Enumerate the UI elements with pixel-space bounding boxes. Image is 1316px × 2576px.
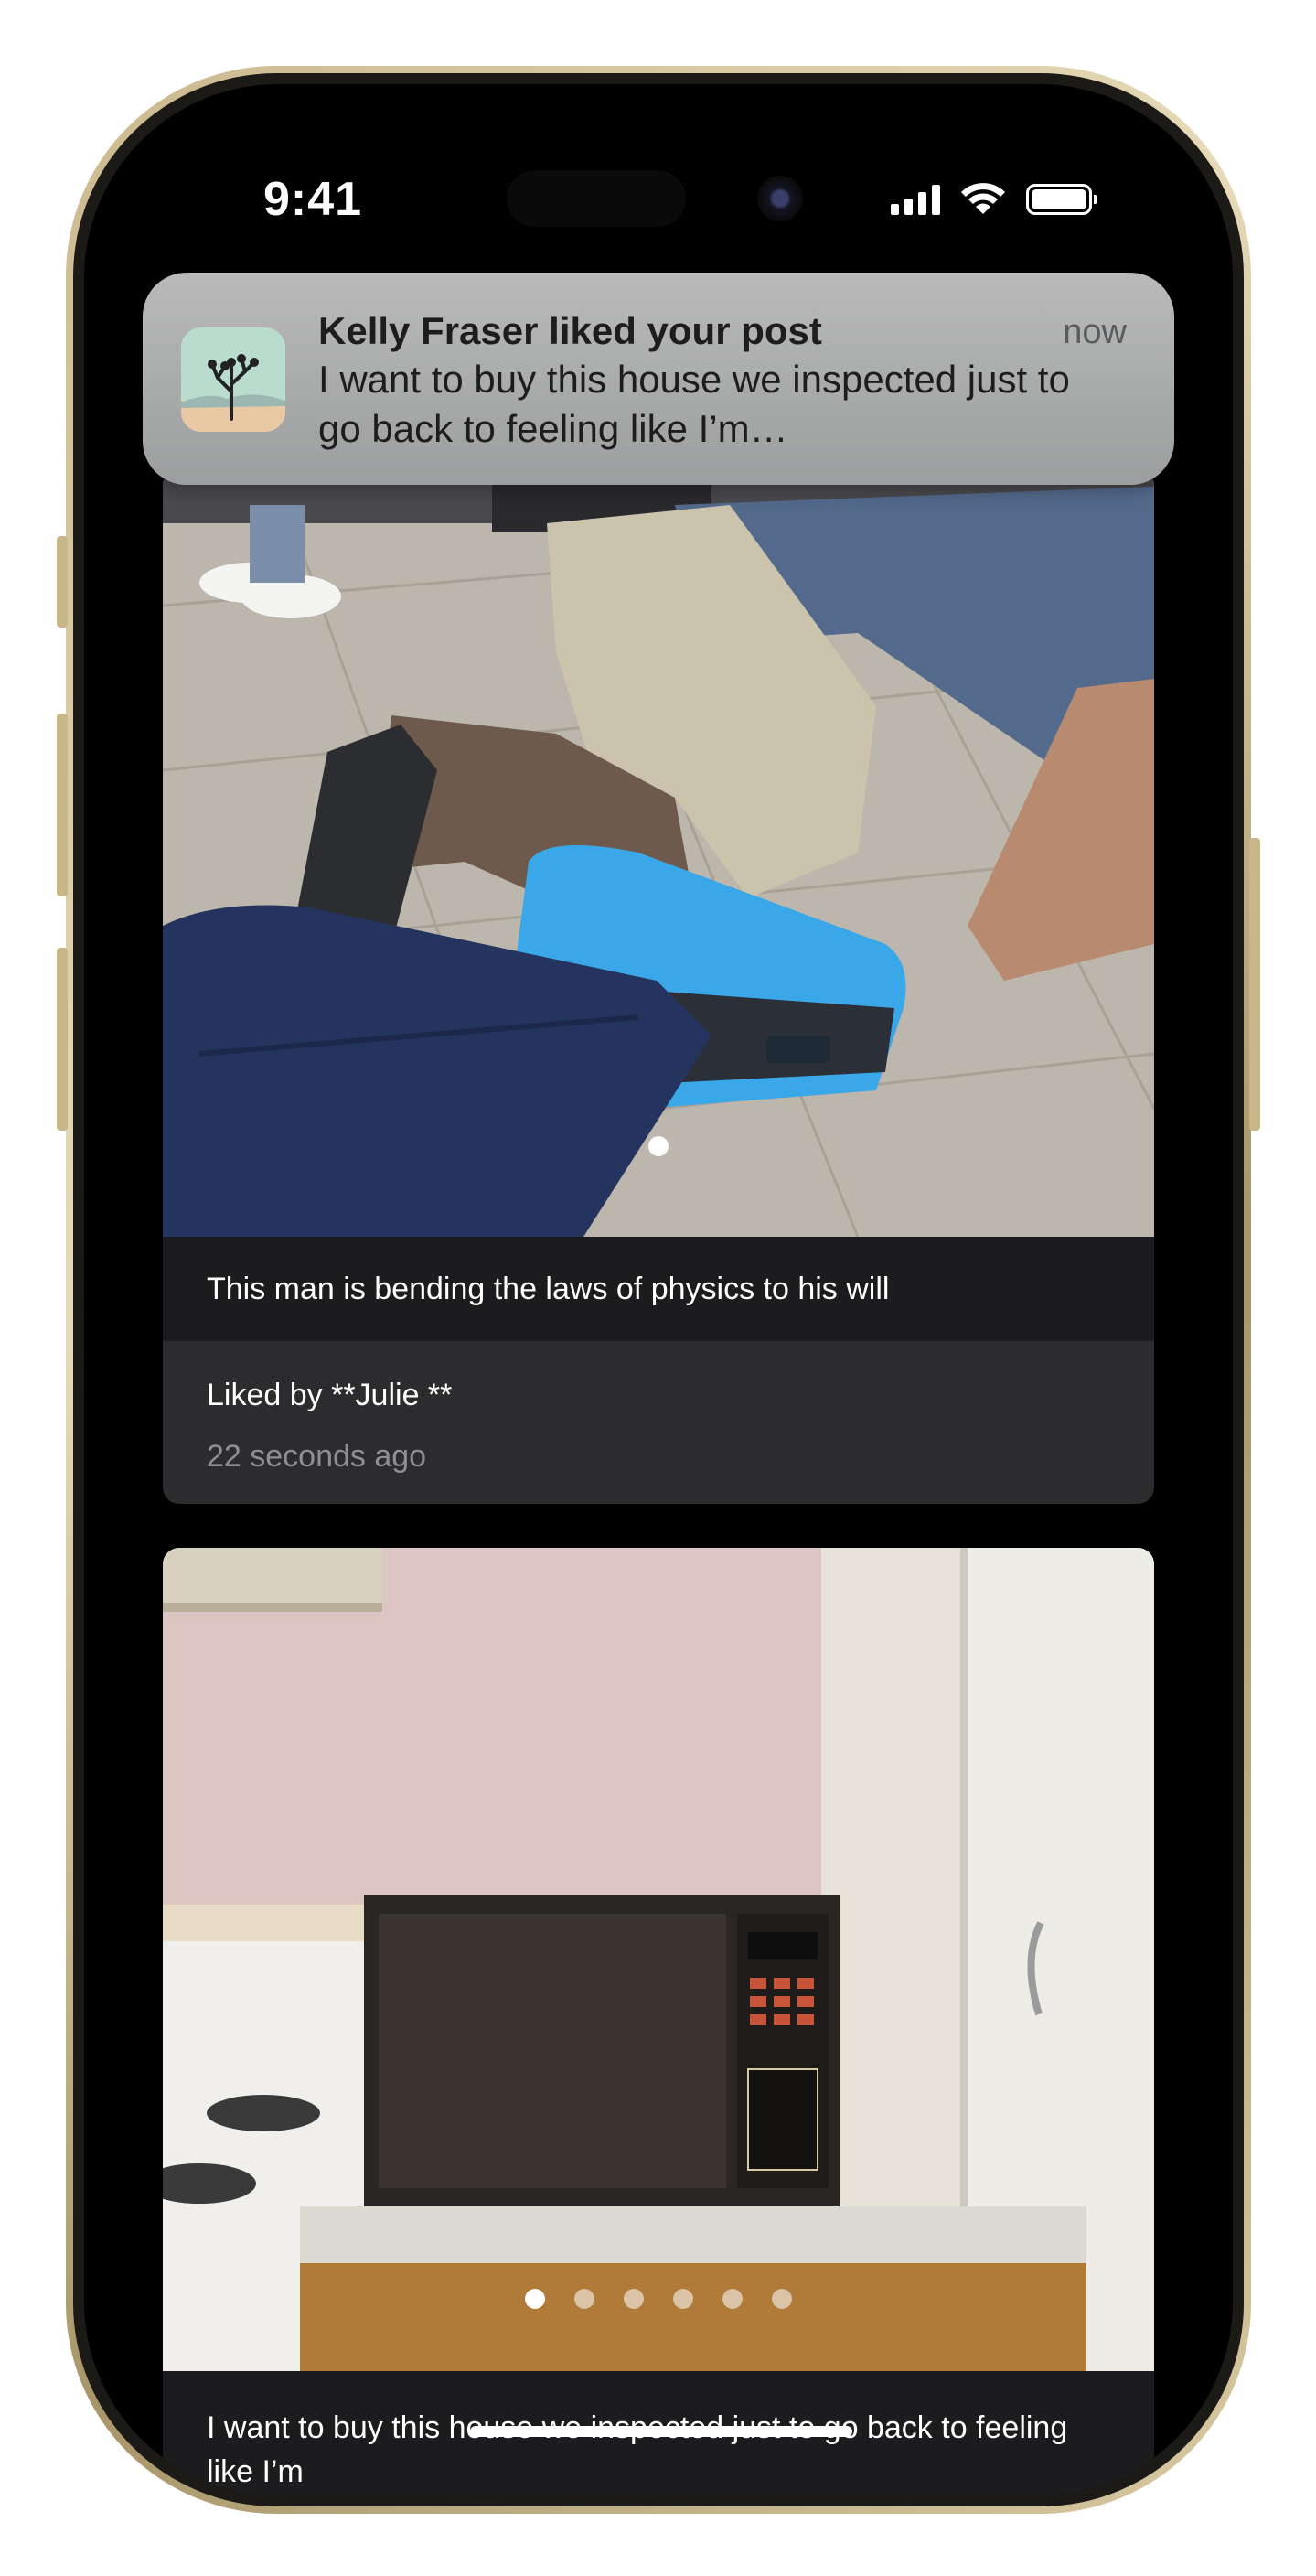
status-time: 9:41 (263, 173, 363, 226)
status-bar: 9:41 (84, 84, 1233, 231)
page-dot (722, 2289, 743, 2309)
notification-title: Kelly Fraser liked your post (318, 309, 822, 352)
post-timestamp: 22 seconds ago (207, 1439, 427, 1474)
page-dot (574, 2289, 594, 2309)
action-button (57, 536, 68, 628)
post-meta: Liked by **Julie ** 22 seconds ago (207, 1378, 452, 1475)
post-caption: This man is bending the laws of physics … (163, 1237, 1154, 1341)
front-camera (757, 176, 803, 221)
page-dot (624, 2289, 644, 2309)
joshua-tree-icon (181, 327, 285, 432)
status-icons (891, 179, 1097, 220)
volume-down-button (57, 948, 68, 1131)
post-card[interactable]: I want to buy this house we inspected ju… (163, 1548, 1154, 2496)
suitcase-photo-illustration (163, 468, 1154, 1237)
page-indicator (525, 2289, 792, 2309)
screen: This man is bending the laws of physics … (84, 84, 1233, 2496)
post-photo[interactable] (163, 468, 1154, 1237)
cellular-signal-icon (891, 184, 940, 215)
power-button (1249, 838, 1260, 1131)
notification-body: I want to buy this house we inspected ju… (318, 358, 1070, 450)
caption-text: This man is bending the laws of physics … (207, 1272, 890, 1306)
home-indicator[interactable] (470, 2426, 852, 2437)
page-dot (673, 2289, 693, 2309)
dynamic-island (507, 170, 686, 227)
notification-banner[interactable]: Kelly Fraser liked your post now I want … (143, 273, 1174, 485)
page-dot (772, 2289, 792, 2309)
liked-by-text[interactable]: Liked by **Julie ** (207, 1378, 452, 1413)
post-card[interactable]: This man is bending the laws of physics … (163, 468, 1154, 1504)
wifi-icon (961, 183, 1005, 214)
page-indicator (648, 1136, 669, 1156)
volume-up-button (57, 714, 68, 896)
kitchen-photo-illustration (163, 1548, 1154, 2371)
page-dot (525, 2289, 545, 2309)
caption-text: I want to buy this house we inspected ju… (207, 2410, 1068, 2489)
battery-icon (1026, 184, 1097, 215)
notification-time: now (1063, 313, 1127, 351)
page-dot (648, 1136, 669, 1156)
post-photo[interactable] (163, 1548, 1154, 2371)
